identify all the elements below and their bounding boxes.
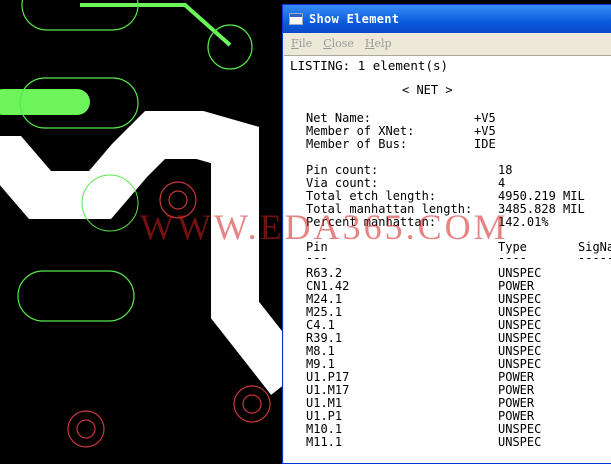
column-rule-pin: ---	[306, 251, 328, 265]
bus-value: IDE	[474, 137, 496, 151]
column-rule-type: ----	[498, 251, 527, 265]
title-bar[interactable]: Show Element	[283, 5, 611, 33]
pin-list-item: M11.1	[306, 435, 343, 449]
menu-close[interactable]: Close	[323, 37, 354, 50]
section-title: < NET >	[402, 83, 453, 97]
column-rule-signame: -----	[578, 251, 611, 265]
percent-manhattan-value: 142.01%	[498, 215, 549, 229]
menu-bar: File Close Help	[283, 33, 611, 54]
green-filled-pad	[0, 89, 90, 115]
window-icon	[289, 13, 303, 25]
listing-text-area[interactable]: LISTING: 1 element(s) < NET > Net Name: …	[284, 55, 611, 463]
pin-type: UNSPEC	[498, 435, 542, 449]
percent-manhattan-label: Percent manhattan:	[306, 215, 437, 229]
listing-header: LISTING: 1 element(s)	[290, 58, 449, 73]
window-title: Show Element	[309, 12, 400, 26]
bus-label: Member of Bus:	[306, 137, 408, 151]
menu-file[interactable]: File	[291, 37, 312, 50]
show-element-window: Show Element File Close Help LISTING: 1 …	[282, 4, 611, 464]
menu-help[interactable]: Help	[365, 37, 392, 50]
